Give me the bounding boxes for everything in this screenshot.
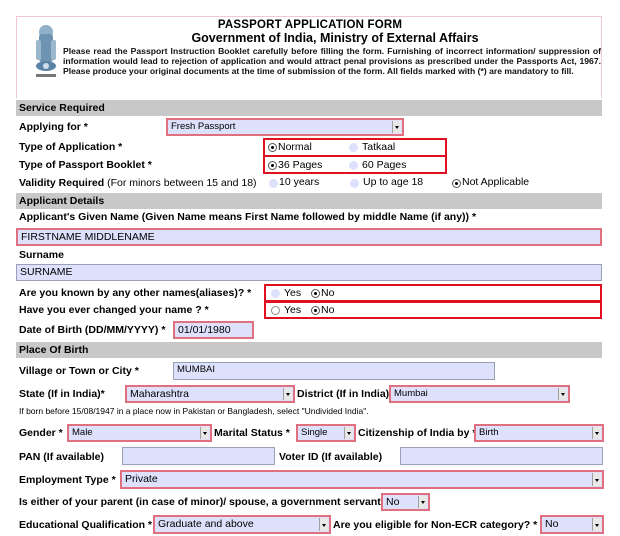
changed-name-no-radio[interactable] xyxy=(311,306,320,315)
booklet-60-label: 60 Pages xyxy=(362,159,407,171)
given-name-label: Applicant's Given Name (Given Name means… xyxy=(19,211,477,223)
application-type-tatkaal-radio[interactable] xyxy=(349,143,358,152)
pan-label: PAN (If available) xyxy=(19,451,104,463)
aliases-yes-label: Yes xyxy=(284,287,302,299)
booklet-60-radio[interactable] xyxy=(349,161,358,170)
chevron-down-icon[interactable] xyxy=(592,427,601,439)
aliases-no-label: No xyxy=(321,287,335,299)
state-label: State (If in India)* xyxy=(19,388,105,400)
voter-id-input[interactable] xyxy=(400,447,603,465)
state-value: Maharashtra xyxy=(130,388,189,400)
citizenship-value: Birth xyxy=(479,427,499,438)
validity-10-years-radio[interactable] xyxy=(269,179,278,188)
employment-type-label: Employment Type * xyxy=(19,474,116,486)
citizenship-label: Citizenship of India by * xyxy=(358,427,477,439)
changed-name-group: Yes No xyxy=(264,301,602,319)
application-type-tatkaal-label: Tatkaal xyxy=(362,141,396,153)
marital-status-select[interactable]: Single xyxy=(296,424,356,442)
chevron-down-icon[interactable] xyxy=(418,496,427,508)
chevron-down-icon[interactable] xyxy=(392,121,401,133)
chevron-down-icon[interactable] xyxy=(344,427,353,439)
india-state-emblem-icon xyxy=(36,25,56,77)
changed-name-yes-radio[interactable] xyxy=(271,306,280,315)
validity-10-years-label: 10 years xyxy=(279,176,320,188)
applying-for-label: Applying for * xyxy=(19,121,88,133)
given-name-input[interactable]: FIRSTNAME MIDDLENAME xyxy=(16,228,602,246)
chevron-down-icon[interactable] xyxy=(558,388,567,400)
form-title: PASSPORT APPLICATION FORM xyxy=(217,19,403,31)
aliases-group: Yes No xyxy=(264,284,602,302)
dob-label: Date of Birth (DD/MM/YYYY) * xyxy=(19,324,166,336)
form-subtitle: Government of India, Ministry of Externa… xyxy=(191,31,479,45)
chevron-down-icon[interactable] xyxy=(592,473,601,486)
education-value: Graduate and above xyxy=(158,518,254,530)
non-ecr-value: No xyxy=(545,518,559,530)
booklet-36-radio[interactable] xyxy=(268,161,277,170)
section-service-required: Service Required xyxy=(16,100,602,116)
validity-label-text: Validity Required xyxy=(19,177,105,189)
application-type-normal-label: Normal xyxy=(278,141,312,153)
validity-not-applicable-label: Not Applicable xyxy=(462,176,530,188)
district-value: Mumbai xyxy=(394,388,428,399)
gender-value: Male xyxy=(72,427,93,438)
booklet-type-label: Type of Passport Booklet * xyxy=(19,159,152,171)
chevron-down-icon[interactable] xyxy=(592,518,601,531)
employment-type-select[interactable]: Private xyxy=(120,470,604,489)
surname-label: Surname xyxy=(19,249,64,261)
non-ecr-label: Are you eligible for Non-ECR category? * xyxy=(333,519,538,531)
gender-label: Gender * xyxy=(19,427,63,439)
govt-servant-select[interactable]: No xyxy=(381,493,430,511)
booklet-36-label: 36 Pages xyxy=(278,159,323,171)
validity-label: Validity Required (For minors between 15… xyxy=(19,177,257,189)
validity-up-to-18-radio[interactable] xyxy=(350,179,359,188)
booklet-type-group: 36 Pages 60 Pages xyxy=(263,155,447,174)
changed-name-yes-label: Yes xyxy=(284,304,302,316)
surname-input[interactable]: SURNAME xyxy=(16,264,602,281)
dob-input[interactable]: 01/01/1980 xyxy=(173,321,254,339)
pan-input[interactable] xyxy=(122,447,275,465)
govt-servant-value: No xyxy=(386,496,400,508)
aliases-label: Are you known by any other names(aliases… xyxy=(19,287,252,299)
chevron-down-icon[interactable] xyxy=(200,427,209,439)
changed-name-no-label: No xyxy=(321,304,335,316)
city-label: Village or Town or City * xyxy=(19,365,139,377)
changed-name-label: Have you ever changed your name ? * xyxy=(19,304,209,316)
aliases-yes-radio[interactable] xyxy=(271,289,280,298)
state-select[interactable]: Maharashtra xyxy=(125,385,295,403)
validity-note: (For minors between 15 and 18) xyxy=(107,177,257,189)
education-label: Educational Qualification * xyxy=(19,519,153,531)
section-place-of-birth: Place Of Birth xyxy=(16,342,602,358)
marital-status-label: Marital Status * xyxy=(214,427,290,439)
form-instructions: Please read the Passport Instruction Boo… xyxy=(63,46,601,77)
marital-status-value: Single xyxy=(301,427,328,438)
section-applicant-details: Applicant Details xyxy=(16,193,602,209)
chevron-down-icon[interactable] xyxy=(319,518,328,531)
gender-select[interactable]: Male xyxy=(67,424,212,442)
applying-for-select[interactable]: Fresh Passport xyxy=(166,118,404,136)
non-ecr-select[interactable]: No xyxy=(540,515,604,534)
district-select[interactable]: Mumbai xyxy=(389,385,570,403)
application-type-label: Type of Application * xyxy=(19,141,123,153)
validity-not-applicable-radio[interactable] xyxy=(452,179,461,188)
district-label: District (If in India)* xyxy=(297,388,394,400)
application-type-normal-radio[interactable] xyxy=(268,143,277,152)
city-input[interactable]: MUMBAI xyxy=(173,362,495,380)
applying-for-value: Fresh Passport xyxy=(171,121,236,132)
govt-servant-label: Is either of your parent (in case of min… xyxy=(19,496,395,508)
citizenship-select[interactable]: Birth xyxy=(474,424,604,442)
aliases-no-radio[interactable] xyxy=(311,289,320,298)
voter-id-label: Voter ID (If available) xyxy=(279,451,383,463)
validity-up-to-18-label: Up to age 18 xyxy=(363,176,424,188)
undivided-india-note: If born before 15/08/1947 in a place now… xyxy=(19,406,369,416)
employment-type-value: Private xyxy=(125,473,158,485)
chevron-down-icon[interactable] xyxy=(283,388,292,400)
education-select[interactable]: Graduate and above xyxy=(153,515,331,534)
